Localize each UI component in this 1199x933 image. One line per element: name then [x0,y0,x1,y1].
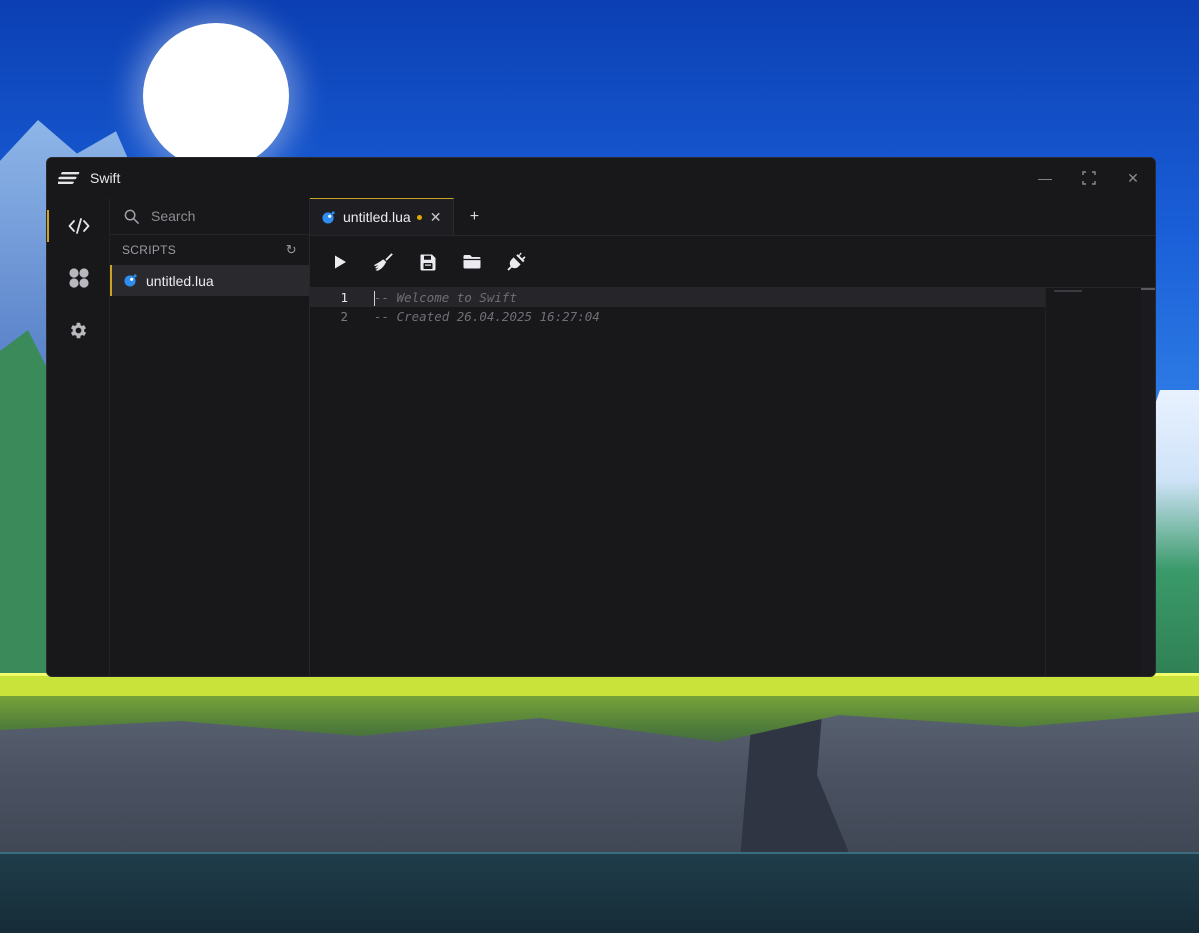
scripts-section-title: SCRIPTS [122,243,177,257]
sun [143,23,289,169]
save-button[interactable] [414,248,442,276]
grass-strip [0,676,1199,696]
execute-button[interactable] [326,248,354,276]
attach-button[interactable] [502,248,530,276]
activity-settings-button[interactable] [47,308,110,352]
water [0,852,1199,933]
lua-icon [124,274,137,287]
scripts-section-header: SCRIPTS ↻ [110,235,309,265]
activity-editor-button[interactable] [47,204,110,248]
file-list-item[interactable]: untitled.lua [110,265,309,296]
clear-button[interactable] [370,248,398,276]
window-controls: — ✕ [1023,158,1155,198]
code-line-text: -- Welcome to Swift [374,289,517,305]
line-number: 1 [340,290,348,305]
folder-icon [463,254,481,268]
code-line: 2 -- Created 26.04.2025 16:27:04 [310,307,1155,326]
close-button[interactable]: ✕ [1111,158,1155,198]
tab-close-button[interactable]: ✕ [430,209,442,226]
app-window: Swift — ✕ Search SCRIPTS ↻ untitled.lua … [46,157,1156,677]
activity-scripts-hub-button[interactable] [47,256,110,300]
unsaved-dot-icon [416,214,422,220]
title-bar[interactable]: Swift — ✕ [47,158,1155,198]
minimap[interactable] [1045,288,1141,676]
file-label: untitled.lua [146,272,214,289]
line-number: 2 [340,309,348,324]
save-icon [420,254,436,270]
gear-icon [70,322,87,338]
code-line: 1 -- Welcome to Swift [310,288,1045,307]
code-editor[interactable]: 1 -- Welcome to Swift 2 -- Created 26.04… [310,288,1155,676]
editor-area: untitled.lua ✕ + 1 -- Welcome to Swift 2… [310,198,1155,676]
broom-icon [374,252,393,271]
maximize-icon [1082,171,1096,185]
minimize-button[interactable]: — [1023,158,1067,198]
scrollbar-thumb[interactable] [1141,288,1155,290]
search-box[interactable] [110,198,309,235]
search-input[interactable] [151,208,291,224]
code-icon [68,218,89,234]
play-icon [335,255,346,268]
editor-toolbar [310,236,1155,288]
maximize-button[interactable] [1067,158,1111,198]
search-icon [124,209,139,224]
grid-icon [68,268,89,288]
tab-untitled-lua[interactable]: untitled.lua ✕ [310,198,455,235]
vertical-scrollbar[interactable] [1141,288,1155,676]
lua-icon [322,210,335,224]
tab-label: untitled.lua [343,209,411,225]
refresh-icon[interactable]: ↻ [286,242,297,258]
plug-icon [507,252,526,271]
explorer-panel: SCRIPTS ↻ untitled.lua [110,198,310,676]
app-title: Swift [90,170,121,186]
open-button[interactable] [458,248,486,276]
tab-bar: untitled.lua ✕ + [310,198,1155,236]
minimap-line [1054,290,1082,292]
swift-logo-icon [58,170,82,186]
activity-bar [47,198,110,676]
add-tab-button[interactable]: + [454,198,494,235]
code-line-text: -- Created 26.04.2025 16:27:04 [374,309,600,324]
